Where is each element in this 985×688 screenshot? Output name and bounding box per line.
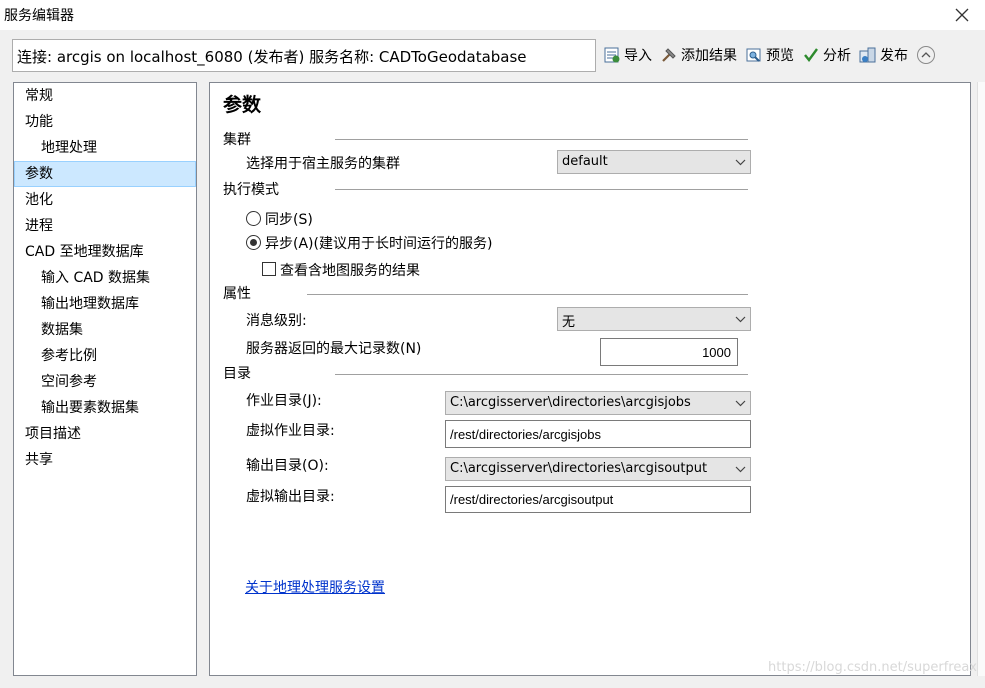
chevron-down-icon (735, 159, 746, 166)
page-title: 参数 (223, 94, 262, 116)
close-icon (955, 8, 969, 22)
sidebar-item-dataset[interactable]: 数据集 (14, 317, 196, 343)
preview-icon (746, 48, 761, 62)
watermark: https://blog.csdn.net/superfreax (768, 660, 977, 675)
message-level-label: 消息级别: (246, 313, 307, 329)
sidebar-item-geoprocessing[interactable]: 地理处理 (14, 135, 196, 161)
sidebar-item-output-feature-dataset[interactable]: 输出要素数据集 (14, 395, 196, 421)
output-directory-label: 输出目录(O): (246, 458, 329, 474)
sidebar-item-pooling[interactable]: 池化 (14, 187, 196, 213)
sidebar-item-reference-scale[interactable]: 参考比例 (14, 343, 196, 369)
import-label: 导入 (624, 48, 652, 64)
sidebar-item-cad-to-geodatabase[interactable]: CAD 至地理数据库 (14, 239, 196, 265)
max-records-label: 服务器返回的最大记录数(N) (246, 341, 422, 357)
hammer-icon (662, 48, 676, 62)
sidebar-item-processes[interactable]: 进程 (14, 213, 196, 239)
window-title: 服务编辑器 (4, 8, 74, 24)
analyze-label: 分析 (823, 48, 851, 64)
add-result-button[interactable]: 添加结果 (657, 43, 742, 67)
virtual-jobs-directory-input[interactable] (445, 420, 751, 448)
output-directory-select[interactable]: C:\arcgisserver\directories\arcgisoutput (445, 457, 751, 481)
import-icon (604, 47, 620, 63)
collapse-button[interactable] (917, 46, 935, 64)
sidebar-item-input-cad-datasets[interactable]: 输入 CAD 数据集 (14, 265, 196, 291)
output-directory-value: C:\arcgisserver\directories\arcgisoutput (450, 461, 708, 476)
geoprocessing-settings-link[interactable]: 关于地理处理服务设置 (245, 577, 385, 597)
parameters-panel: 参数 集群 选择用于宿主服务的集群 default 执行模式 同步(S) 异步(… (209, 82, 971, 676)
cluster-heading: 集群 (223, 132, 251, 148)
sidebar-item-parameters[interactable]: 参数 (14, 161, 196, 187)
preview-button[interactable]: 预览 (742, 43, 799, 67)
sidebar-item-capabilities[interactable]: 功能 (14, 109, 196, 135)
analyze-button[interactable]: 分析 (799, 43, 856, 67)
publish-button[interactable]: 发布 (856, 43, 913, 67)
message-level-select[interactable]: 无 (557, 307, 751, 331)
preview-label: 预览 (766, 48, 794, 64)
title-bar: 服务编辑器 (0, 0, 985, 30)
properties-heading: 属性 (223, 286, 251, 302)
properties-separator (307, 294, 748, 295)
view-result-checkbox[interactable] (262, 262, 276, 276)
import-button[interactable]: 导入 (600, 43, 657, 67)
sidebar-item-general[interactable]: 常规 (14, 83, 196, 109)
view-result-label: 查看含地图服务的结果 (280, 263, 420, 279)
add-result-label: 添加结果 (681, 48, 737, 64)
checkmark-icon (804, 48, 818, 62)
async-radio[interactable] (246, 235, 261, 250)
cluster-select-value: default (562, 154, 608, 169)
sidebar-item-spatial-reference[interactable]: 空间参考 (14, 369, 196, 395)
publish-label: 发布 (880, 48, 908, 64)
sync-label: 同步(S) (265, 212, 313, 228)
directories-separator (335, 374, 748, 375)
execution-mode-heading: 执行模式 (223, 182, 279, 198)
sync-radio[interactable] (246, 211, 261, 226)
right-edge-strip (977, 82, 985, 676)
virtual-output-directory-input[interactable] (445, 486, 751, 513)
virtual-output-directory-label: 虚拟输出目录: (246, 489, 335, 505)
chevron-down-icon (735, 466, 746, 473)
publish-icon (859, 47, 876, 63)
chevron-down-icon (735, 400, 746, 407)
close-button[interactable] (949, 2, 975, 28)
toolbar: 导入 添加结果 预览 分析 发布 (600, 42, 935, 68)
jobs-directory-value: C:\arcgisserver\directories\arcgisjobs (450, 395, 691, 410)
jobs-directory-select[interactable]: C:\arcgisserver\directories\arcgisjobs (445, 391, 751, 415)
sidebar-item-item-description[interactable]: 项目描述 (14, 421, 196, 447)
cluster-label: 选择用于宿主服务的集群 (246, 156, 400, 172)
sidebar-item-sharing[interactable]: 共享 (14, 447, 196, 473)
max-records-input[interactable] (600, 338, 738, 366)
chevron-up-icon (921, 52, 931, 58)
sidebar-item-output-geodatabase[interactable]: 输出地理数据库 (14, 291, 196, 317)
chevron-down-icon (735, 316, 746, 323)
async-label: 异步(A)(建议用于长时间运行的服务) (265, 236, 493, 252)
jobs-directory-label: 作业目录(J): (246, 393, 322, 409)
cluster-separator (335, 139, 748, 140)
cluster-select[interactable]: default (557, 150, 751, 174)
directories-heading: 目录 (223, 366, 251, 382)
execution-separator (335, 189, 748, 190)
sidebar: 常规 功能 地理处理 参数 池化 进程 CAD 至地理数据库 输入 CAD 数据… (13, 82, 197, 676)
message-level-value: 无 (562, 315, 576, 330)
connection-field: 连接: arcgis on localhost_6080 (发布者) 服务名称:… (12, 39, 596, 72)
virtual-jobs-directory-label: 虚拟作业目录: (246, 423, 335, 439)
